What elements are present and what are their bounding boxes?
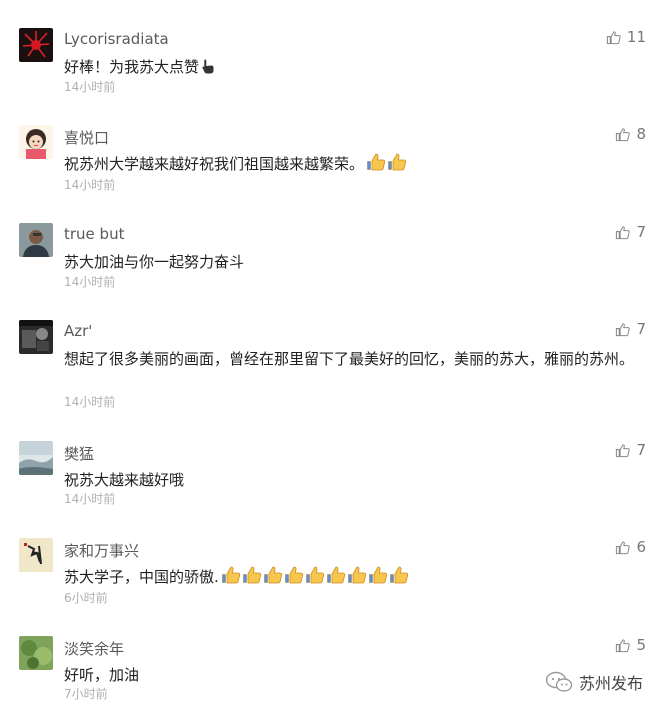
thumbs-up-emoji	[347, 566, 366, 584]
pointing-hand-icon	[202, 59, 214, 74]
like-button[interactable]: 7	[615, 320, 646, 338]
thumbs-up-emoji	[368, 566, 387, 584]
like-count: 7	[636, 441, 646, 459]
thumbs-up-emoji	[284, 566, 303, 584]
comment-text-row: 祝苏大越来越好哦	[64, 468, 644, 492]
thumbs-up-icon	[616, 638, 631, 652]
thumbs-up-emoji	[367, 153, 386, 171]
like-button[interactable]: 5	[615, 636, 646, 654]
comment-text-row: 祝苏州大学越来越好祝我们祖国越来越繁荣。	[64, 152, 644, 176]
wechat-icon	[545, 671, 573, 692]
comment-time: 7小时前	[64, 687, 108, 701]
comment-text: 想起了很多美丽的画面，曾经在那里留下了最美好的回忆，美丽的苏大，雅丽的苏州。	[64, 350, 635, 368]
man-photo-avatar[interactable]	[19, 223, 53, 257]
like-count: 7	[636, 223, 646, 241]
commenter-name[interactable]: Azr'	[64, 322, 92, 340]
comment-text: 苏大加油与你一起努力奋斗	[64, 253, 245, 271]
commenter-name[interactable]: 淡笑余年	[64, 638, 124, 659]
thumbs-up-emoji	[221, 566, 240, 584]
comment-time: 14小时前	[64, 275, 116, 289]
like-button[interactable]: 7	[615, 441, 646, 459]
cartoon-girl-avatar[interactable]	[19, 125, 53, 159]
like-button[interactable]: 8	[615, 125, 646, 143]
landscape-avatar[interactable]	[19, 441, 53, 475]
dark-photo-avatar[interactable]	[19, 320, 53, 354]
like-count: 11	[626, 28, 646, 46]
commenter-name[interactable]: 樊猛	[64, 443, 94, 464]
thumbs-up-icon	[616, 225, 631, 239]
thumbs-up-icon	[616, 540, 631, 554]
green-nature-avatar[interactable]	[19, 636, 53, 670]
thumbs-up-icon	[606, 30, 621, 44]
comment-time: 14小时前	[64, 80, 116, 94]
red-flower-avatar[interactable]	[19, 28, 53, 62]
comment-text: 祝苏大越来越好哦	[64, 471, 185, 489]
emoji-group	[366, 152, 407, 172]
thumbs-up-emoji	[326, 566, 345, 584]
like-count: 5	[636, 636, 646, 654]
emoji-group	[221, 565, 409, 585]
comment-text: 好听，加油	[64, 666, 140, 684]
commenter-name[interactable]: 家和万事兴	[64, 540, 139, 561]
commenter-name[interactable]: true but	[64, 225, 124, 243]
like-count: 6	[636, 538, 646, 556]
watermark-label: 苏州发布	[578, 674, 643, 693]
like-button[interactable]: 6	[615, 538, 646, 556]
thumbs-up-icon	[616, 127, 631, 141]
thumbs-up-icon	[616, 322, 631, 336]
comment-text: 苏大学子，中国的骄傲.	[64, 568, 219, 586]
comment-text-row: 苏大学子，中国的骄傲.	[64, 565, 644, 589]
thumbs-up-emoji	[242, 566, 261, 584]
comment-time: 14小时前	[64, 178, 116, 192]
like-count: 7	[636, 320, 646, 338]
like-button[interactable]: 7	[615, 223, 646, 241]
thumbs-up-emoji	[388, 153, 407, 171]
comment-time: 6小时前	[64, 591, 108, 605]
comment-text: 祝苏州大学越来越好祝我们祖国越来越繁荣。	[64, 155, 365, 173]
like-button[interactable]: 11	[606, 28, 646, 46]
thumbs-up-icon	[616, 443, 631, 457]
comment-text-row: 想起了很多美丽的画面，曾经在那里留下了最美好的回忆，美丽的苏大，雅丽的苏州。	[64, 347, 644, 371]
comment-time: 14小时前	[64, 492, 116, 506]
calligraphy-avatar[interactable]	[19, 538, 53, 572]
thumbs-up-emoji	[263, 566, 282, 584]
commenter-name[interactable]: Lycorisradiata	[64, 30, 169, 48]
thumbs-up-emoji	[389, 566, 408, 584]
like-count: 8	[636, 125, 646, 143]
watermark: 苏州发布	[545, 670, 643, 694]
comment-time: 14小时前	[64, 395, 116, 409]
thumbs-up-emoji	[305, 566, 324, 584]
comment-text-row: 苏大加油与你一起努力奋斗	[64, 250, 644, 274]
comment-text-row: 好棒！为我苏大点赞	[64, 55, 644, 79]
comment-text: 好棒！为我苏大点赞	[64, 58, 200, 76]
commenter-name[interactable]: 喜悦口	[64, 127, 109, 148]
